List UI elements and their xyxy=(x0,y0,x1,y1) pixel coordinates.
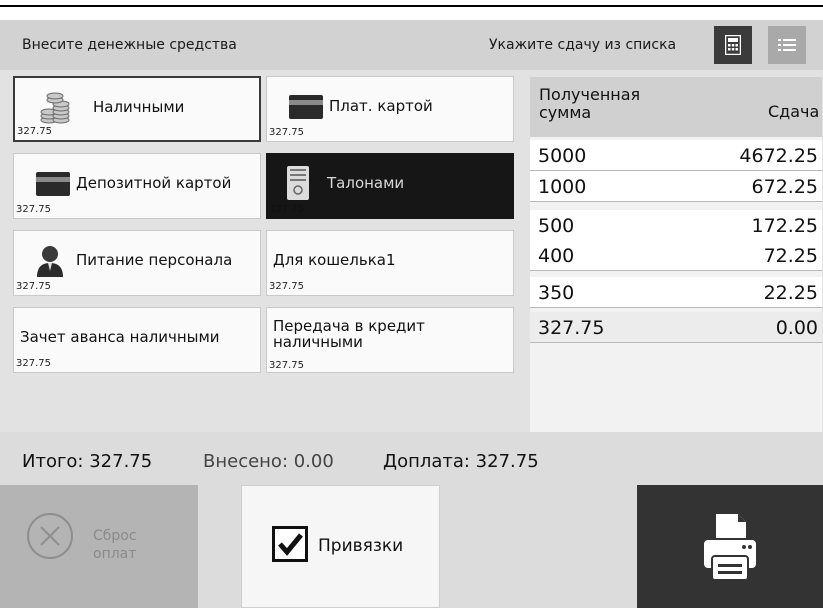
payment-amount: 327.75 xyxy=(269,360,304,371)
change-row[interactable]: 5000 4672.25 xyxy=(530,140,822,171)
print-button[interactable] xyxy=(637,485,823,608)
payment-amount: 327.75 xyxy=(17,126,52,137)
payment-deposit-card[interactable]: Депозитной картой 327.75 xyxy=(13,153,261,219)
bindings-label: Привязки xyxy=(318,536,404,556)
close-circle-icon xyxy=(27,513,73,559)
payment-coupons[interactable]: Талонами 327.75 xyxy=(266,153,514,219)
column-change: Сдача xyxy=(768,102,820,121)
reset-label-line1: Сброс xyxy=(93,528,137,544)
payment-amount: 327.75 xyxy=(269,281,304,292)
column-received: Полученная сумма xyxy=(539,85,641,122)
paid-amount: Внесено: 0.00 xyxy=(203,451,334,472)
list-button[interactable] xyxy=(768,26,806,64)
top-border xyxy=(0,5,823,7)
change-row[interactable]: 1000 672.25 xyxy=(530,171,822,202)
printer-icon xyxy=(704,513,756,581)
change-amount: 0.00 xyxy=(775,317,818,339)
payment-advance-offset[interactable]: Зачет аванса наличными 327.75 xyxy=(13,307,261,373)
payment-amount: 327.75 xyxy=(16,281,51,292)
payment-label: Передача в кредит наличными xyxy=(273,317,425,351)
payment-label: Наличными xyxy=(93,98,185,116)
change-amount: 72.25 xyxy=(763,245,818,267)
payment-wallet[interactable]: Для кошелька1 327.75 xyxy=(266,230,514,296)
change-row[interactable]: 400 72.25 xyxy=(530,240,822,271)
payment-staff-meals[interactable]: Питание персонала 327.75 xyxy=(13,230,261,296)
change-row[interactable]: 500 172.25 xyxy=(530,210,822,241)
payment-label: Зачет аванса наличными xyxy=(20,328,220,346)
checkbox-checked-icon xyxy=(272,526,308,562)
payment-label: Талонами xyxy=(327,174,405,192)
payment-amount: 327.75 xyxy=(16,204,51,215)
payment-amount: 327.75 xyxy=(269,204,304,215)
reset-label-line2: оплат xyxy=(93,546,137,562)
payment-amount: 327.75 xyxy=(16,358,51,369)
change-row[interactable]: 327.75 0.00 xyxy=(530,312,822,343)
received-amount: 327.75 xyxy=(538,317,605,339)
received-amount: 1000 xyxy=(538,176,587,198)
change-amount: 672.25 xyxy=(751,176,818,198)
received-amount: 500 xyxy=(538,215,575,237)
calculator-button[interactable] xyxy=(714,26,752,64)
calculator-icon xyxy=(725,35,741,55)
reset-label: Сброс оплат xyxy=(93,527,137,563)
payment-cash[interactable]: Наличными 327.75 xyxy=(13,76,261,142)
payment-card[interactable]: Плат. картой 327.75 xyxy=(266,76,514,142)
coupon-icon xyxy=(287,166,309,200)
payment-credit-transfer[interactable]: Передача в кредит наличными 327.75 xyxy=(266,307,514,373)
received-amount: 400 xyxy=(538,245,575,267)
received-amount: 5000 xyxy=(538,145,587,167)
payment-label: Питание персонала xyxy=(76,251,233,269)
received-amount: 350 xyxy=(538,282,575,304)
change-hint: Укажите сдачу из списка xyxy=(489,37,677,53)
change-amount: 22.25 xyxy=(763,282,818,304)
payment-amount: 327.75 xyxy=(269,127,304,138)
change-amount: 172.25 xyxy=(751,215,818,237)
change-amount: 4672.25 xyxy=(739,145,818,167)
page-title: Внесите денежные средства xyxy=(22,37,237,53)
credit-card-icon xyxy=(289,95,323,119)
payment-label: Депозитной картой xyxy=(76,174,232,192)
coins-icon xyxy=(40,92,70,124)
list-icon xyxy=(778,39,796,51)
credit-card-icon xyxy=(36,172,70,196)
person-icon xyxy=(37,246,63,277)
due-amount: Доплата: 327.75 xyxy=(383,451,539,472)
change-row[interactable]: 350 22.25 xyxy=(530,277,822,308)
payment-label: Для кошелька1 xyxy=(273,251,396,269)
payment-label: Плат. картой xyxy=(329,97,433,115)
total-amount: Итого: 327.75 xyxy=(22,451,153,472)
